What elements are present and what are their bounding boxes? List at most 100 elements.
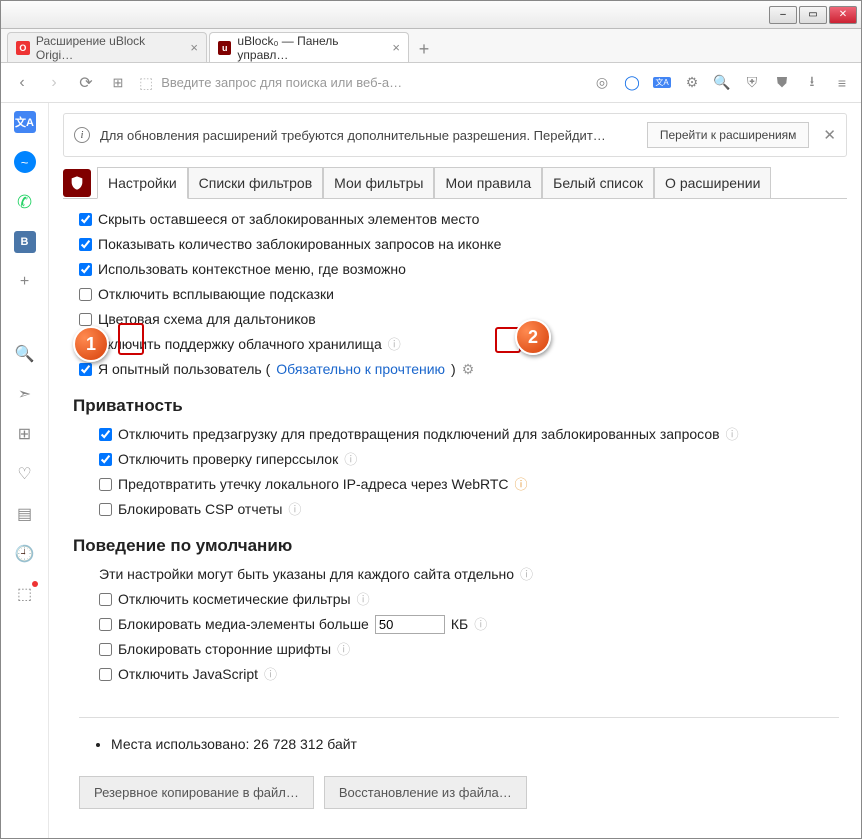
- sidebar-history-icon[interactable]: 🕘: [14, 543, 36, 565]
- info-icon[interactable]: ⓘ: [515, 475, 528, 495]
- downloads-icon[interactable]: ⭳: [803, 74, 821, 92]
- checkbox-disable-js[interactable]: [99, 668, 112, 681]
- snapshot-icon[interactable]: ◎: [593, 74, 611, 92]
- info-icon[interactable]: ⓘ: [337, 640, 350, 660]
- info-icon[interactable]: ⓘ: [288, 500, 301, 520]
- privacy-webrtc: Предотвратить утечку локального IP-адрес…: [99, 472, 839, 497]
- window-maximize-button[interactable]: ▭: [799, 6, 827, 24]
- sidebar-flow-icon[interactable]: ➣: [14, 383, 36, 405]
- tab-close-icon[interactable]: ×: [190, 40, 198, 55]
- tab-ublock-dashboard[interactable]: u uBlock₀ — Панель управл… ×: [209, 32, 409, 62]
- checkbox-hide-placeholders[interactable]: [79, 213, 92, 226]
- menu-icon[interactable]: ≡: [833, 74, 851, 92]
- sidebar-extensions-icon[interactable]: ⬚: [14, 583, 36, 605]
- info-icon[interactable]: ⓘ: [726, 425, 739, 445]
- page-content: i Для обновления расширений требуются до…: [49, 103, 861, 838]
- ublock-tabs-row: Настройки Списки фильтров Мои фильтры Мо…: [63, 167, 847, 199]
- checkbox-disable-hyperlink-audit[interactable]: [99, 453, 112, 466]
- tab-ublock-extension[interactable]: O Расширение uBlock Origi… ×: [7, 32, 207, 62]
- window-close-button[interactable]: ✕: [829, 6, 857, 24]
- behavior-disable-js: Отключить JavaScript ⓘ: [99, 662, 839, 687]
- sidebar-search-icon[interactable]: 🔍: [14, 343, 36, 365]
- tab-close-icon[interactable]: ×: [392, 40, 400, 55]
- checkbox-block-media[interactable]: [99, 618, 112, 631]
- sidebar-add-icon[interactable]: +: [14, 271, 36, 293]
- go-to-extensions-button[interactable]: Перейти к расширениям: [647, 122, 810, 148]
- sidebar-bookmarks-icon[interactable]: ♡: [14, 463, 36, 485]
- checkbox-context-menu[interactable]: [79, 263, 92, 276]
- checkbox-webrtc[interactable]: [99, 478, 112, 491]
- setting-label: Показывать количество заблокированных за…: [98, 234, 501, 255]
- info-icon[interactable]: ⓘ: [520, 565, 533, 585]
- info-icon[interactable]: ⓘ: [357, 590, 370, 610]
- setting-label: Скрыть оставшееся от заблокированных эле…: [98, 209, 479, 230]
- info-icon[interactable]: ⓘ: [344, 450, 357, 470]
- forward-button[interactable]: ›: [43, 72, 65, 94]
- opera-vpn-icon[interactable]: ◯: [623, 74, 641, 92]
- translate-icon[interactable]: 文A: [653, 74, 671, 92]
- behavior-subtitle: Эти настройки могут быть указаны для каж…: [99, 562, 839, 587]
- privacy-csp-reports: Блокировать CSP отчеты ⓘ: [99, 497, 839, 522]
- restore-button[interactable]: Восстановление из файла…: [324, 776, 527, 809]
- ublock-tab-my-filters[interactable]: Мои фильтры: [323, 167, 434, 198]
- behavior-cosmetic-filters: Отключить косметические фильтры ⓘ: [99, 587, 839, 612]
- toolbar-right-icons: ◎ ◯ 文A ⚙ 🔍 ⛨ ⛊ ⭳ ≡: [593, 74, 851, 92]
- tab-label: uBlock₀ — Панель управл…: [237, 34, 386, 62]
- advanced-user-link[interactable]: Обязательно к прочтению: [276, 359, 445, 380]
- ublock-tab-my-rules[interactable]: Мои правила: [434, 167, 542, 198]
- extension-icon: ⬚: [139, 74, 153, 92]
- address-bar[interactable]: ⬚ Введите запрос для поиска или веб-а…: [139, 74, 583, 92]
- back-button[interactable]: ‹: [11, 72, 33, 94]
- window-minimize-button[interactable]: –: [769, 6, 797, 24]
- callout-2: 2: [515, 319, 551, 355]
- setting-label: Включить поддержку облачного хранилища: [98, 334, 382, 355]
- callout-1: 1: [73, 326, 109, 362]
- reload-button[interactable]: ⟳: [75, 72, 97, 94]
- behavior-heading: Поведение по умолчанию: [73, 536, 839, 556]
- sidebar-vk-icon[interactable]: B: [14, 231, 36, 253]
- behavior-block-media: Блокировать медиа-элементы больше КБ ⓘ: [99, 612, 839, 637]
- checkbox-block-fonts[interactable]: [99, 643, 112, 656]
- advanced-settings-gear-icon[interactable]: ⚙: [462, 359, 475, 380]
- checkbox-disable-tooltips[interactable]: [79, 288, 92, 301]
- sidebar-whatsapp-icon[interactable]: ✆: [14, 191, 36, 213]
- info-icon[interactable]: ⓘ: [388, 335, 401, 355]
- ublock-icon: u: [218, 41, 231, 55]
- sidebar-news-icon[interactable]: ▤: [14, 503, 36, 525]
- checkbox-cosmetic-filters[interactable]: [99, 593, 112, 606]
- tab-label: Расширение uBlock Origi…: [36, 34, 185, 62]
- info-icon[interactable]: ⓘ: [474, 615, 487, 635]
- media-size-input[interactable]: [375, 615, 445, 634]
- search-icon[interactable]: 🔍: [713, 74, 731, 92]
- info-icon[interactable]: ⓘ: [264, 665, 277, 685]
- ublock-tab-settings[interactable]: Настройки: [97, 167, 188, 199]
- new-tab-button[interactable]: +: [411, 36, 437, 62]
- checkbox-advanced-user[interactable]: [79, 363, 92, 376]
- backup-button[interactable]: Резервное копирование в файл…: [79, 776, 314, 809]
- ublock-tab-filter-lists[interactable]: Списки фильтров: [188, 167, 323, 198]
- checkbox-color-blind[interactable]: [79, 313, 92, 326]
- setting-label-pre: Блокировать медиа-элементы больше: [118, 614, 369, 635]
- adblock-icon[interactable]: ⛨: [743, 74, 761, 92]
- ublock-shield-icon[interactable]: ⛊: [773, 74, 791, 92]
- sidebar-translate-icon[interactable]: 文A: [14, 111, 36, 133]
- speed-dial-button[interactable]: ⊞: [107, 72, 129, 94]
- checkbox-disable-prefetch[interactable]: [99, 428, 112, 441]
- setting-label: Блокировать CSP отчеты: [118, 499, 282, 520]
- sidebar-messenger-icon[interactable]: ~: [14, 151, 36, 173]
- ublock-tab-about[interactable]: О расширении: [654, 167, 771, 198]
- window-titlebar: – ▭ ✕: [1, 1, 861, 29]
- opera-sidebar: 文A ~ ✆ B + 🔍 ➣ ⊞ ♡ ▤ 🕘 ⬚: [1, 103, 49, 838]
- checkbox-csp-reports[interactable]: [99, 503, 112, 516]
- setting-label: Блокировать сторонние шрифты: [118, 639, 331, 660]
- setting-label: Предотвратить утечку локального IP-адрес…: [118, 474, 509, 495]
- sidebar-speeddial-icon[interactable]: ⊞: [14, 423, 36, 445]
- behavior-block-fonts: Блокировать сторонние шрифты ⓘ: [99, 637, 839, 662]
- settings-gear-icon[interactable]: ⚙: [683, 74, 701, 92]
- setting-hide-placeholders: Скрыть оставшееся от заблокированных эле…: [79, 207, 839, 232]
- notification-close-icon[interactable]: ✕: [823, 126, 836, 144]
- setting-label: Отключить проверку гиперссылок: [118, 449, 338, 470]
- checkbox-show-count[interactable]: [79, 238, 92, 251]
- ublock-tab-whitelist[interactable]: Белый список: [542, 167, 654, 198]
- browser-tabs-bar: O Расширение uBlock Origi… × u uBlock₀ —…: [1, 29, 861, 63]
